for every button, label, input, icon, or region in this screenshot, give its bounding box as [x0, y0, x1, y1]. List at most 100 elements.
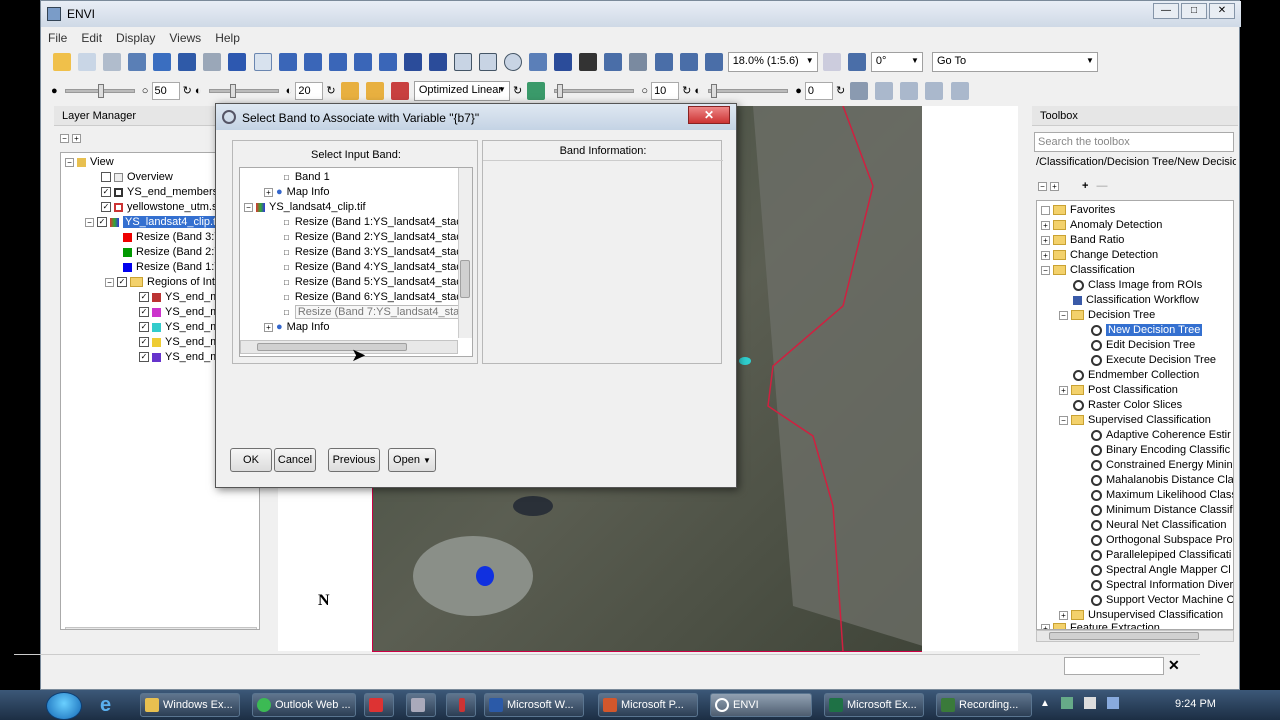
redo-icon[interactable] [203, 53, 222, 71]
expand-icon[interactable]: − [1059, 415, 1068, 425]
taskbar-outlook-web[interactable]: Outlook Web ... [252, 693, 356, 717]
expand-icon[interactable]: + [264, 187, 273, 197]
expand-icon[interactable]: − [65, 157, 74, 167]
toolbox-raster-color-slices[interactable]: Raster Color Slices [1088, 399, 1182, 411]
expand-icon[interactable]: + [1059, 385, 1068, 395]
rectangle-icon[interactable] [479, 53, 498, 71]
reset-icon[interactable]: ↻ [326, 85, 335, 97]
toolbox-execute-decision-tree[interactable]: Execute Decision Tree [1106, 354, 1216, 366]
band-item[interactable]: Resize (Band 1:YS_landsat4_stack [295, 216, 467, 228]
text-annotation-icon[interactable] [403, 53, 422, 71]
menu-display[interactable]: Display [109, 29, 162, 47]
arrow-icon[interactable] [554, 53, 573, 71]
toolbox-classification[interactable]: Classification [1070, 264, 1135, 276]
zoom-out-icon[interactable] [679, 53, 698, 71]
add-icon[interactable]: + [1082, 180, 1088, 192]
internet-explorer-icon[interactable]: e [100, 694, 126, 718]
grid-icon[interactable] [378, 53, 397, 71]
toolbox-anomaly-detection[interactable]: Anomaly Detection [1070, 219, 1162, 231]
tray-arrow-icon[interactable]: ▲ [1040, 698, 1050, 709]
stretch-icon[interactable] [340, 82, 359, 100]
zoom-in-icon[interactable] [654, 53, 673, 71]
roi-item[interactable]: YS_end_m [165, 351, 219, 363]
expand-all-icon[interactable]: + [1050, 181, 1059, 191]
checkbox[interactable]: ✓ [117, 277, 127, 288]
toolbox-tool-item[interactable]: Orthogonal Subspace Pro [1106, 534, 1233, 546]
taskbar-app[interactable] [446, 693, 476, 717]
toolbox-tool-item[interactable]: Spectral Angle Mapper Cl [1106, 564, 1231, 576]
contrast-value[interactable]: 20 [295, 82, 324, 100]
zoom-box-icon[interactable] [278, 53, 297, 71]
taskbar-app[interactable] [406, 693, 436, 717]
taskbar-excel[interactable]: Microsoft Ex... [824, 693, 924, 717]
network-icon[interactable] [1060, 697, 1073, 710]
toolbox-hscrollbar[interactable] [1036, 630, 1234, 642]
menu-help[interactable]: Help [208, 29, 247, 47]
roi-item[interactable]: YS_end_m [165, 336, 219, 348]
select-arrow-icon[interactable] [228, 53, 247, 71]
menu-edit[interactable]: Edit [74, 29, 109, 47]
sharpen-value[interactable]: 10 [651, 82, 680, 100]
stretch-combo[interactable]: Optimized Linear ▼ [413, 81, 510, 101]
toolbox-search-input[interactable]: Search the toolbox [1034, 132, 1234, 152]
taskbar-windows-explorer[interactable]: Windows Ex... [140, 693, 240, 717]
export-icon[interactable] [128, 53, 147, 71]
checkbox[interactable] [101, 172, 111, 183]
remove-icon[interactable]: — [1096, 180, 1107, 192]
checkbox[interactable]: ✓ [97, 217, 107, 228]
previous-button[interactable]: Previous [328, 448, 380, 472]
layer-view[interactable]: View [90, 156, 114, 168]
reset-icon[interactable]: ↻ [183, 85, 192, 97]
collapse-all-icon[interactable]: − + [60, 132, 84, 144]
flag-icon[interactable] [1084, 697, 1097, 710]
picture-icon[interactable] [579, 53, 598, 71]
rotate-icon[interactable] [303, 53, 322, 71]
toolbox-tool-item[interactable]: Neural Net Classification [1106, 519, 1226, 531]
vector-icon[interactable] [353, 53, 372, 71]
band-item[interactable]: Resize (Band 3:YS_landsat4_stack [295, 246, 467, 258]
toolbox-band-ratio[interactable]: Band Ratio [1070, 234, 1124, 246]
measure-icon[interactable] [850, 82, 869, 100]
toolbox-tool-item[interactable]: Parallelepiped Classificati [1106, 549, 1231, 561]
checkbox[interactable]: ✓ [139, 352, 149, 363]
reset-icon[interactable]: ↻ [836, 85, 845, 97]
data-manager-icon[interactable] [78, 53, 97, 71]
ellipse-icon[interactable] [504, 53, 523, 71]
transparency-slider[interactable] [708, 84, 789, 98]
ok-button[interactable]: OK [230, 448, 272, 472]
symbol-icon[interactable] [428, 53, 447, 71]
band-tree-vscrollbar[interactable] [458, 168, 472, 338]
expand-icon[interactable]: − [1059, 310, 1068, 320]
checkbox[interactable]: ✓ [139, 307, 149, 318]
print-icon[interactable] [103, 53, 122, 71]
map-info-item[interactable]: Map Info [287, 321, 330, 333]
toolbox-tool-item[interactable]: Spectral Information Diver [1106, 579, 1233, 591]
toolbox-post-classification[interactable]: Post Classification [1088, 384, 1178, 396]
expand-icon[interactable]: − [1041, 265, 1050, 275]
layer-yellowstone-utm[interactable]: yellowstone_utm.sh [127, 201, 224, 213]
fly-icon[interactable] [328, 53, 347, 71]
toolbox-tool-item[interactable]: Maximum Likelihood Class [1106, 489, 1233, 501]
expand-icon[interactable]: + [1041, 220, 1050, 230]
toolbox-decision-tree[interactable]: Decision Tree [1088, 309, 1155, 321]
portal-icon[interactable] [925, 82, 944, 100]
checkbox[interactable]: ✓ [139, 292, 149, 303]
taskbar-powerpoint[interactable]: Microsoft P... [598, 693, 698, 717]
map-info-item[interactable]: Map Info [287, 186, 330, 198]
open-file-icon[interactable] [53, 53, 71, 71]
histogram-icon[interactable] [365, 82, 384, 100]
band-item[interactable]: Band 1 [295, 171, 330, 183]
toolbox-edit-decision-tree[interactable]: Edit Decision Tree [1106, 339, 1195, 351]
minimize-button[interactable]: — [1153, 3, 1179, 19]
toolbox-classification-workflow[interactable]: Classification Workflow [1086, 294, 1199, 306]
expand-icon[interactable]: − [85, 217, 94, 227]
open-button[interactable]: Open ▼ [388, 448, 436, 472]
toolbox-tool-item[interactable]: Binary Encoding Classific [1106, 444, 1230, 456]
checkbox[interactable]: ✓ [101, 202, 111, 213]
undo-icon[interactable] [178, 53, 197, 71]
magnify-icon[interactable] [629, 53, 648, 71]
layer-overview[interactable]: Overview [127, 171, 173, 183]
view-icon[interactable] [900, 82, 919, 100]
reset-icon[interactable]: ↻ [513, 85, 522, 97]
band-tree-hscrollbar[interactable] [240, 340, 458, 354]
